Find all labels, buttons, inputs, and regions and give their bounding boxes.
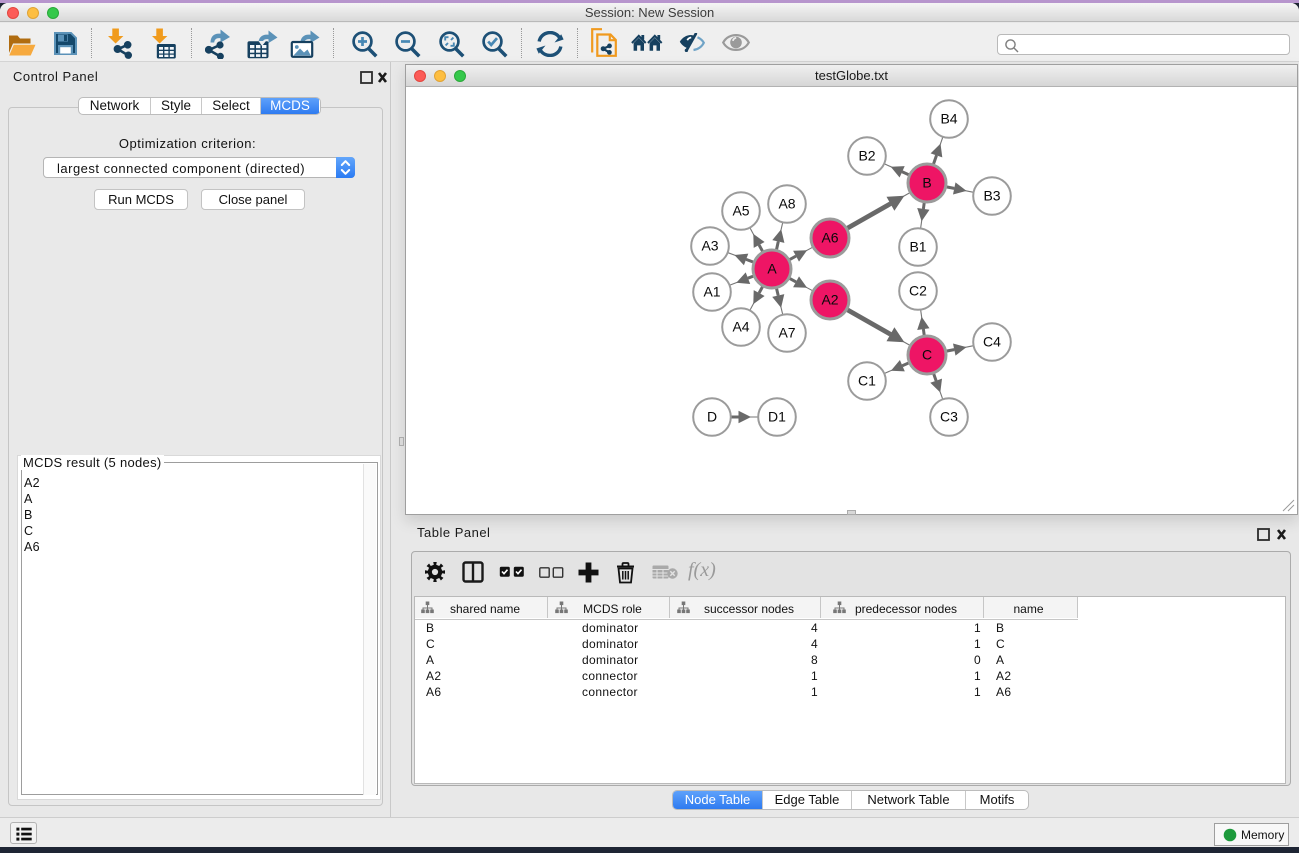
- svg-text:B3: B3: [983, 188, 1000, 204]
- svg-text:A4: A4: [732, 319, 749, 335]
- svg-text:A5: A5: [732, 203, 749, 219]
- svg-text:B: B: [922, 175, 931, 191]
- svg-text:A: A: [767, 261, 777, 277]
- svg-text:A3: A3: [701, 238, 718, 254]
- svg-text:B1: B1: [909, 239, 926, 255]
- svg-text:A7: A7: [778, 325, 795, 341]
- svg-text:C3: C3: [940, 409, 958, 425]
- svg-text:B2: B2: [858, 148, 875, 164]
- svg-text:A8: A8: [778, 196, 795, 212]
- svg-text:D1: D1: [768, 409, 786, 425]
- svg-text:B4: B4: [940, 111, 957, 127]
- svg-text:C1: C1: [858, 373, 876, 389]
- svg-text:C: C: [922, 347, 932, 363]
- svg-text:C2: C2: [909, 283, 927, 299]
- svg-text:A6: A6: [821, 230, 838, 246]
- svg-text:D: D: [707, 409, 717, 425]
- svg-text:A1: A1: [703, 284, 720, 300]
- svg-text:A2: A2: [821, 292, 838, 308]
- svg-text:C4: C4: [983, 334, 1001, 350]
